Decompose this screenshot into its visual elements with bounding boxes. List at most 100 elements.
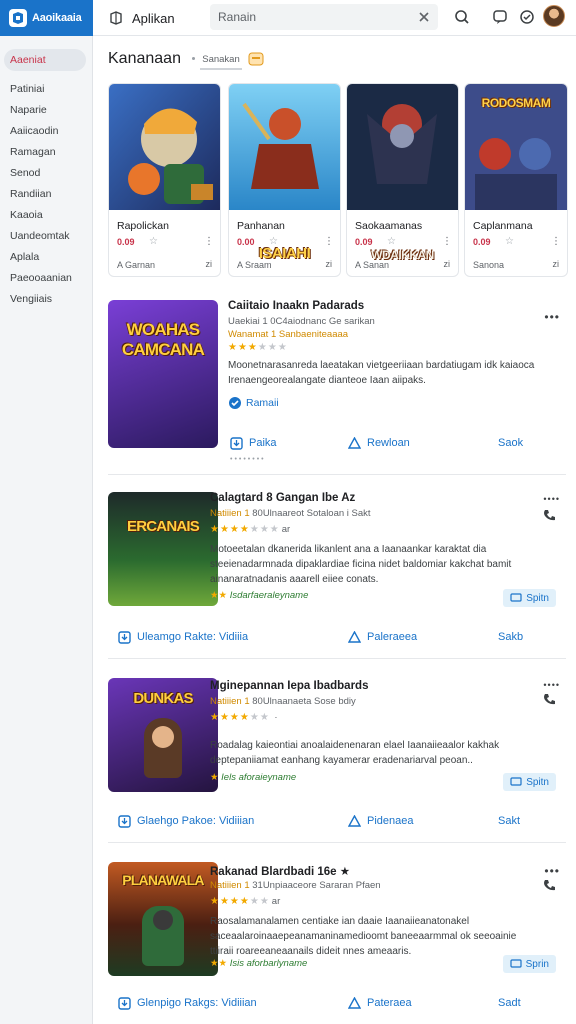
action-secondary[interactable]: Pidenaea xyxy=(348,806,414,836)
rating-stars: ★★★★★★ xyxy=(228,342,288,353)
sidebar-item-7[interactable]: Kaaoia xyxy=(10,209,43,221)
action-row: Glaehgo Pakoe: Vidiiian Pidenaea Sakt xyxy=(108,806,566,836)
card-price: 0.00 xyxy=(237,237,255,247)
item-tag: ★★ Isis aforbarlyname xyxy=(210,958,308,969)
featured-card[interactable]: Rapolickan 0.09 ☆ ⋮ A Garnan zi xyxy=(108,83,221,277)
tab-sub[interactable]: Sanakan xyxy=(200,50,242,70)
game-art: ERCANAIS xyxy=(108,492,218,606)
featured-card[interactable]: WDAIKKAN Saokaamanas 0.09 ☆ ⋮ A Sanan zi xyxy=(346,83,459,277)
more-icon[interactable]: •••• xyxy=(543,680,560,690)
sidebar-item-9[interactable]: Aplala xyxy=(10,251,39,263)
separator-dot xyxy=(192,57,195,60)
phone-icon[interactable] xyxy=(542,692,556,706)
action-tertiary[interactable]: Saok xyxy=(498,428,523,458)
more-icon[interactable]: ⋮ xyxy=(442,236,452,247)
search-input[interactable] xyxy=(218,10,408,24)
download-icon xyxy=(118,814,131,828)
list-item[interactable]: ERCANAIS Calagtard 8 Gangan Ibe Az Natii… xyxy=(108,490,566,620)
item-description: Roadalag kaieontiai anoalaidenenaran ela… xyxy=(210,740,500,766)
more-icon[interactable]: •••• xyxy=(543,494,560,504)
item-meta-secondary: Wanamat 1 Sanbaeniteaaaa xyxy=(228,329,349,340)
brand-logo-icon xyxy=(9,9,27,27)
list-item[interactable]: DUNKAS Mginepannan Iepa Ibadbards Natiii… xyxy=(108,676,566,806)
item-tag: ★ Iels aforaieyname xyxy=(210,772,297,783)
close-icon[interactable] xyxy=(416,9,432,25)
card-footer-icon[interactable]: zi xyxy=(553,259,560,269)
action-secondary[interactable]: Rewloan xyxy=(348,428,410,458)
sidebar-item-10[interactable]: Paeooaanian xyxy=(10,272,72,284)
action-primary[interactable]: Uleamgo Rakte: Vidiiia xyxy=(118,622,248,652)
phone-icon[interactable] xyxy=(542,508,556,522)
more-icon[interactable]: ⋮ xyxy=(204,236,214,247)
more-icon[interactable]: ••• xyxy=(544,310,560,324)
more-icon[interactable]: ••• xyxy=(544,864,560,878)
item-title: Mginepannan Iepa Ibadbards xyxy=(210,680,369,692)
sidebar-item-4[interactable]: Ramagan xyxy=(10,146,56,158)
notifications-icon[interactable] xyxy=(518,8,536,26)
star-icon: ☆ xyxy=(505,236,514,247)
action-tertiary[interactable]: Sadt xyxy=(498,988,521,1018)
card-footer-icon[interactable]: zi xyxy=(326,259,333,269)
game-art: WOAHAS CAMCANA xyxy=(108,300,218,448)
pagination-dots: •••••••• xyxy=(230,456,266,463)
chat-icon[interactable] xyxy=(491,8,509,26)
avatar[interactable] xyxy=(543,5,565,27)
install-button[interactable]: Spitn xyxy=(503,589,556,607)
sidebar-item-6[interactable]: Randiian xyxy=(10,188,51,200)
screen-icon xyxy=(510,959,522,968)
install-button[interactable]: Sprin xyxy=(502,955,556,973)
card-title: Panhanan xyxy=(237,220,285,232)
more-icon[interactable]: ⋮ xyxy=(324,236,334,247)
star-icon: ☆ xyxy=(269,236,278,247)
badge-icon[interactable] xyxy=(248,52,264,66)
item-art-text: WOAHAS CAMCANA xyxy=(121,320,205,359)
action-secondary-label: Pateraea xyxy=(367,997,412,1009)
action-secondary[interactable]: Paleraeea xyxy=(348,622,417,652)
sidebar-item-5[interactable]: Senod xyxy=(10,167,40,179)
sidebar-item-11[interactable]: Vengiiais xyxy=(10,293,52,305)
featured-card[interactable]: ISAIAHI Panhanan 0.00 ☆ ⋮ A Sraam zi xyxy=(228,83,341,277)
top-bar: Aaoikaaia Aplikan xyxy=(0,0,576,36)
list-item[interactable]: PLANAWALA Rakanad Blardbadi 16e ★ Natiii… xyxy=(108,860,566,990)
divider xyxy=(108,658,566,659)
featured-card[interactable]: RODOSMAM Caplanmana 0.09 ☆ ⋮ Sanona zi xyxy=(464,83,568,277)
brand[interactable]: Aaoikaaia xyxy=(0,0,93,36)
sidebar-item-1[interactable]: Patiniai xyxy=(10,83,44,95)
download-icon xyxy=(118,996,131,1010)
sidebar-item-0[interactable]: Aaeniat xyxy=(4,49,86,71)
action-primary[interactable]: Glaehgo Pakoe: Vidiiian xyxy=(118,806,254,836)
search-box[interactable] xyxy=(210,4,438,30)
item-link[interactable]: Ramaii xyxy=(228,396,279,410)
install-button[interactable]: Spitn xyxy=(503,773,556,791)
sidebar-item-8[interactable]: Uandeomtak xyxy=(10,230,70,242)
card-footer-icon[interactable]: zi xyxy=(206,259,213,269)
card-footer-icon[interactable]: zi xyxy=(444,259,451,269)
action-secondary[interactable]: Pateraea xyxy=(348,988,412,1018)
action-primary[interactable]: Paika xyxy=(230,428,277,458)
game-art xyxy=(347,84,458,210)
item-link-label: Ramaii xyxy=(246,397,279,409)
search-icon[interactable] xyxy=(453,8,471,26)
action-primary[interactable]: Glenpigo Rakgs: Vidiiian xyxy=(118,988,257,1018)
action-tertiary[interactable]: Sakt xyxy=(498,806,520,836)
action-row: Paika Rewloan Saok xyxy=(108,428,566,458)
action-primary-label: Glenpigo Rakgs: Vidiiian xyxy=(137,997,257,1009)
item-meta: Uaekiai 1 0C4aiodnanc Ge sarikan xyxy=(228,316,375,327)
item-meta: Natiiien 1 31Unpiaaceore Sararan Pfaen xyxy=(210,880,381,891)
share-icon xyxy=(348,814,361,827)
game-art xyxy=(109,84,220,210)
action-secondary-label: Pidenaea xyxy=(367,815,414,827)
item-title: Rakanad Blardbadi 16e ★ xyxy=(210,866,351,878)
sidebar-item-3[interactable]: Aaiicaodin xyxy=(10,125,58,137)
check-icon xyxy=(229,397,241,409)
more-icon[interactable]: ⋮ xyxy=(551,236,561,247)
star-icon: ☆ xyxy=(387,236,396,247)
app-title-text: Aplikan xyxy=(132,10,175,26)
action-tertiary[interactable]: Sakb xyxy=(498,622,523,652)
item-art-text: ERCANAIS xyxy=(127,518,200,535)
phone-icon[interactable] xyxy=(542,878,556,892)
app-title: Aplikan xyxy=(108,0,175,36)
install-button-label: Spitn xyxy=(526,776,549,788)
card-title: Saokaamanas xyxy=(355,220,423,232)
sidebar-item-2[interactable]: Naparie xyxy=(10,104,47,116)
